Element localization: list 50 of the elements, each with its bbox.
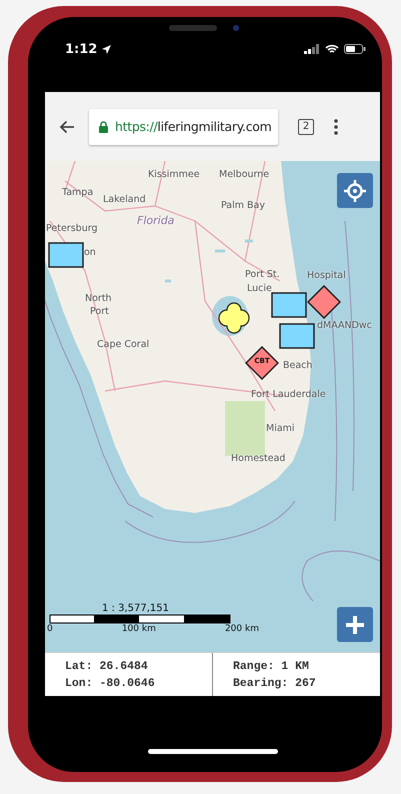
place-label: on [84, 247, 96, 258]
camera-dot [233, 25, 239, 31]
place-label: Homestead [231, 453, 286, 464]
back-arrow-icon[interactable] [59, 120, 75, 134]
address-field[interactable]: https://liferingmilitary.com [89, 108, 278, 144]
diamond-marker[interactable] [245, 346, 279, 380]
plus-icon [345, 614, 365, 634]
rectangle-marker[interactable] [271, 292, 307, 318]
locate-button[interactable] [337, 173, 373, 208]
place-label: Kissimmee [148, 169, 200, 180]
place-label: dMAANDwc [317, 320, 372, 331]
place-label: Palm Bay [221, 200, 265, 211]
place-label: Lakeland [103, 194, 146, 205]
region-label: Florida [137, 214, 174, 227]
place-label: Petersburg [46, 223, 98, 234]
more-menu-icon[interactable] [334, 118, 338, 134]
lock-icon [99, 120, 108, 132]
place-label: Fort Lauderdale [251, 389, 326, 400]
rectangle-marker[interactable] [48, 242, 84, 268]
wifi-icon [325, 44, 339, 54]
zoom-in-button[interactable] [337, 607, 373, 642]
battery-icon [344, 44, 366, 54]
place-label: Tampa [62, 187, 94, 198]
crosshair-icon [344, 180, 366, 202]
bearing-text: Bearing: 267 [233, 676, 317, 690]
place-label: Melbourne [219, 169, 270, 180]
scale-label: 200 km [224, 624, 259, 634]
place-label: Lucie [247, 283, 272, 294]
place-label: Beach [283, 360, 312, 371]
tab-count-button[interactable]: 2 [298, 118, 314, 134]
scale-label: 100 km [122, 624, 156, 634]
place-label: Cape Coral [97, 339, 150, 350]
range-text: Range: 1 KM [233, 660, 310, 672]
status-time: 1:12 [65, 42, 98, 56]
signal-icon [304, 44, 320, 54]
diamond-marker[interactable] [307, 285, 341, 319]
location-arrow-icon [102, 44, 112, 54]
place-label: Port [90, 306, 109, 317]
place-label: Port St. [245, 269, 280, 280]
place-label: Miami [266, 423, 295, 434]
longitude-text: Lon: -80.0646 [65, 676, 156, 690]
place-label: Hospital [307, 270, 346, 281]
speaker-grille [169, 25, 217, 31]
rectangle-marker[interactable] [279, 323, 315, 349]
scale-label: 0 [47, 624, 53, 634]
quatrefoil-marker[interactable] [216, 300, 252, 336]
scale-ratio: 1 : 3,577,151 [102, 603, 169, 614]
url-text: https://liferingmilitary.com [115, 119, 272, 134]
place-label: North [85, 293, 112, 304]
latitude-text: Lat: 26.6484 [65, 660, 149, 672]
